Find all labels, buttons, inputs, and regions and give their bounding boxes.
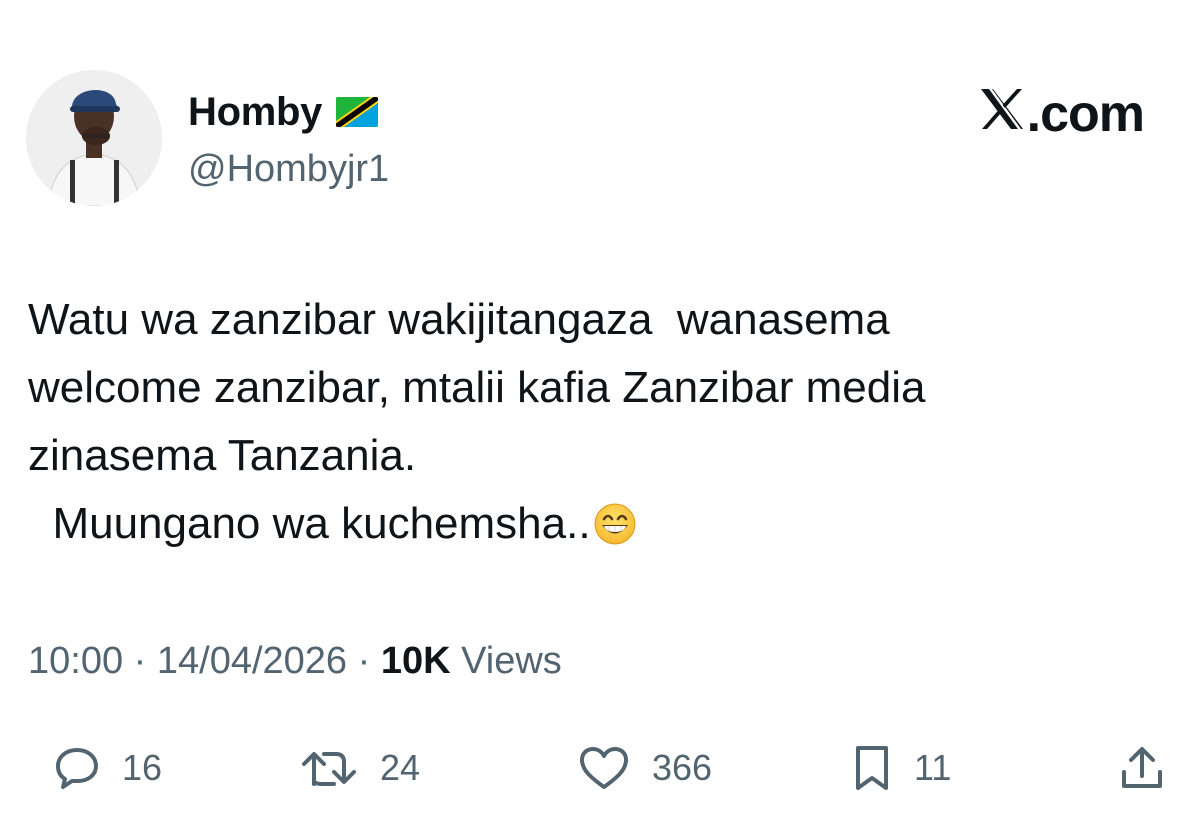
tanzania-flag-icon — [336, 96, 379, 132]
like-button[interactable]: 366 — [578, 738, 712, 798]
meta-separator: · — [347, 640, 381, 682]
bookmark-icon — [852, 744, 892, 792]
reply-icon — [54, 746, 100, 790]
views-count[interactable]: 10K — [381, 640, 451, 682]
display-name[interactable]: Homby — [188, 90, 322, 135]
bookmark-count: 11 — [914, 747, 952, 788]
brand-label: .com — [979, 84, 1145, 144]
grinning-face-icon — [593, 498, 637, 566]
avatar[interactable] — [26, 70, 162, 206]
repost-icon — [300, 746, 358, 790]
heart-icon — [578, 745, 630, 791]
avatar-image — [26, 70, 162, 206]
tweet-time[interactable]: 10:00 — [28, 640, 123, 682]
tweet-line-last: Muungano wa kuchemsha.. — [28, 490, 1148, 566]
share-icon — [1120, 744, 1164, 792]
action-bar: 16 24 366 11 — [0, 738, 1200, 798]
repost-count: 24 — [380, 747, 421, 788]
tweet-text: Watu wa zanzibar wakijitangaza wanasema … — [28, 286, 1148, 566]
tweet-line-text: Muungano wa kuchemsha.. — [28, 499, 591, 548]
reply-button[interactable]: 16 — [54, 738, 162, 798]
tweet-line: welcome zanzibar, mtalii kafia Zanzibar … — [28, 363, 926, 412]
brand-text: .com — [1026, 85, 1145, 143]
like-count: 366 — [652, 747, 713, 788]
author-handle[interactable]: @Hombyjr1 — [188, 148, 389, 191]
bookmark-button[interactable]: 11 — [852, 738, 951, 798]
author-name-row[interactable]: Homby — [188, 88, 379, 136]
tweet-line: zinasema Tanzania. — [28, 431, 417, 480]
share-button[interactable] — [1120, 738, 1164, 798]
repost-button[interactable]: 24 — [300, 738, 420, 798]
x-logo-icon — [979, 84, 1025, 144]
views-label[interactable]: Views — [451, 640, 562, 682]
meta-separator: · — [123, 640, 157, 682]
tweet-meta: 10:00 · 14/04/2026 · 10K Views — [28, 640, 562, 683]
tweet-line: Watu wa zanzibar wakijitangaza wanasema — [28, 295, 890, 344]
tweet-date[interactable]: 14/04/2026 — [157, 640, 347, 682]
reply-count: 16 — [122, 747, 163, 788]
